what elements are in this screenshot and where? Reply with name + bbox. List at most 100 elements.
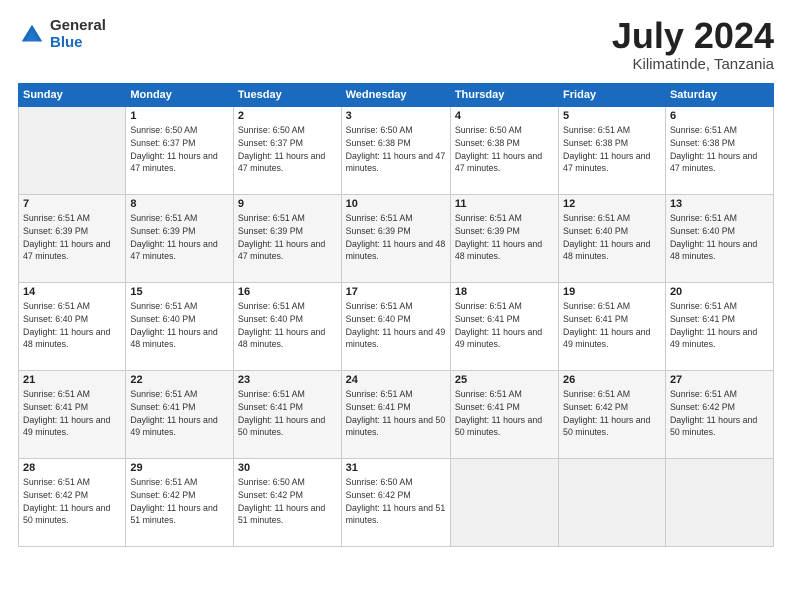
calendar-cell: 12Sunrise: 6:51 AMSunset: 6:40 PMDayligh…: [559, 195, 666, 283]
cell-date-number: 9: [238, 198, 337, 210]
calendar-header-wednesday: Wednesday: [341, 84, 450, 107]
calendar-header-thursday: Thursday: [450, 84, 558, 107]
calendar-cell: 19 Sunrise: 6:51 AMSunset: 6:41 PMDayligh…: [559, 283, 666, 371]
cell-date-number: 5: [563, 110, 661, 122]
calendar-cell: [559, 459, 666, 547]
cell-date-number: 17: [346, 286, 446, 298]
calendar-cell: 22 Sunrise: 6:51 AMSunset: 6:41 PMDayligh…: [126, 371, 234, 459]
cell-date-number: 28: [23, 462, 121, 474]
calendar-cell: 2Sunrise: 6:50 AMSunset: 6:37 PMDaylight…: [233, 107, 341, 195]
calendar-week-row: 7 Sunrise: 6:51 AMSunset: 6:39 PMDaylight…: [19, 195, 774, 283]
cell-info: Sunrise: 6:51 AMSunset: 6:38 PMDaylight:…: [563, 124, 661, 175]
calendar-week-row: 14 Sunrise: 6:51 AMSunset: 6:40 PMDayligh…: [19, 283, 774, 371]
calendar-week-row: 21Sunrise: 6:51 AMSunset: 6:41 PMDayligh…: [19, 371, 774, 459]
calendar-cell: 23 Sunrise: 6:51 AMSunset: 6:41 PMDayligh…: [233, 371, 341, 459]
logo-icon: [18, 21, 46, 49]
calendar-header-row: SundayMondayTuesdayWednesdayThursdayFrid…: [19, 84, 774, 107]
calendar-header-friday: Friday: [559, 84, 666, 107]
cell-date-number: 22: [130, 374, 229, 386]
cell-info: Sunrise: 6:51 AMSunset: 6:41 PMDaylight:…: [563, 300, 661, 351]
calendar-cell: 21Sunrise: 6:51 AMSunset: 6:41 PMDayligh…: [19, 371, 126, 459]
cell-date-number: 11: [455, 198, 554, 210]
cell-date-number: 18: [455, 286, 554, 298]
calendar-cell: 1 Sunrise: 6:50 AMSunset: 6:37 PMDaylight…: [126, 107, 234, 195]
calendar-cell: 11Sunrise: 6:51 AMSunset: 6:39 PMDayligh…: [450, 195, 558, 283]
cell-info: Sunrise: 6:51 AMSunset: 6:40 PMDaylight:…: [670, 212, 769, 263]
calendar-cell: 4 Sunrise: 6:50 AMSunset: 6:38 PMDaylight…: [450, 107, 558, 195]
logo-general-text: General: [50, 18, 106, 35]
calendar-cell: 3 Sunrise: 6:50 AMSunset: 6:38 PMDaylight…: [341, 107, 450, 195]
cell-info: Sunrise: 6:51 AMSunset: 6:42 PMDaylight:…: [670, 388, 769, 439]
cell-date-number: 19: [563, 286, 661, 298]
cell-date-number: 1: [130, 110, 229, 122]
cell-info: Sunrise: 6:51 AMSunset: 6:38 PMDaylight:…: [670, 124, 769, 175]
calendar-cell: 9 Sunrise: 6:51 AMSunset: 6:39 PMDaylight…: [233, 195, 341, 283]
cell-info: Sunrise: 6:51 AMSunset: 6:41 PMDaylight:…: [455, 388, 554, 439]
cell-date-number: 4: [455, 110, 554, 122]
calendar-cell: 14Sunrise: 6:51 AMSunset: 6:40 PMDayligh…: [19, 283, 126, 371]
cell-info: Sunrise: 6:50 AMSunset: 6:38 PMDaylight:…: [455, 124, 554, 175]
cell-date-number: 31: [346, 462, 446, 474]
cell-date-number: 3: [346, 110, 446, 122]
cell-info: Sunrise: 6:50 AMSunset: 6:38 PMDaylight:…: [346, 124, 446, 175]
cell-date-number: 23: [238, 374, 337, 386]
cell-date-number: 16: [238, 286, 337, 298]
title-location: Kilimatinde, Tanzania: [612, 56, 774, 73]
cell-date-number: 30: [238, 462, 337, 474]
calendar-week-row: 1 Sunrise: 6:50 AMSunset: 6:37 PMDaylight…: [19, 107, 774, 195]
cell-info: Sunrise: 6:51 AMSunset: 6:39 PMDaylight:…: [238, 212, 337, 263]
cell-info: Sunrise: 6:51 AMSunset: 6:40 PMDaylight:…: [563, 212, 661, 263]
cell-date-number: 7: [23, 198, 121, 210]
cell-info: Sunrise: 6:50 AMSunset: 6:37 PMDaylight:…: [238, 124, 337, 175]
cell-date-number: 6: [670, 110, 769, 122]
calendar-cell: 28 Sunrise: 6:51 AMSunset: 6:42 PMDayligh…: [19, 459, 126, 547]
cell-date-number: 13: [670, 198, 769, 210]
calendar-cell: 13 Sunrise: 6:51 AMSunset: 6:40 PMDayligh…: [665, 195, 773, 283]
logo-text: General Blue: [50, 18, 106, 51]
cell-date-number: 26: [563, 374, 661, 386]
cell-date-number: 24: [346, 374, 446, 386]
calendar-cell: [19, 107, 126, 195]
cell-info: Sunrise: 6:51 AMSunset: 6:39 PMDaylight:…: [130, 212, 229, 263]
cell-date-number: 25: [455, 374, 554, 386]
cell-info: Sunrise: 6:50 AMSunset: 6:42 PMDaylight:…: [346, 476, 446, 527]
cell-info: Sunrise: 6:51 AMSunset: 6:39 PMDaylight:…: [346, 212, 446, 263]
cell-info: Sunrise: 6:51 AMSunset: 6:41 PMDaylight:…: [670, 300, 769, 351]
cell-info: Sunrise: 6:51 AMSunset: 6:42 PMDaylight:…: [130, 476, 229, 527]
logo: General Blue: [18, 18, 106, 51]
cell-info: Sunrise: 6:51 AMSunset: 6:41 PMDaylight:…: [238, 388, 337, 439]
cell-date-number: 14: [23, 286, 121, 298]
cell-info: Sunrise: 6:50 AMSunset: 6:37 PMDaylight:…: [130, 124, 229, 175]
calendar-header-sunday: Sunday: [19, 84, 126, 107]
cell-date-number: 10: [346, 198, 446, 210]
cell-info: Sunrise: 6:51 AMSunset: 6:40 PMDaylight:…: [130, 300, 229, 351]
calendar-week-row: 28 Sunrise: 6:51 AMSunset: 6:42 PMDayligh…: [19, 459, 774, 547]
calendar-cell: 5 Sunrise: 6:51 AMSunset: 6:38 PMDaylight…: [559, 107, 666, 195]
calendar-cell: 30 Sunrise: 6:50 AMSunset: 6:42 PMDayligh…: [233, 459, 341, 547]
title-block: July 2024 Kilimatinde, Tanzania: [612, 18, 774, 73]
calendar-cell: 29 Sunrise: 6:51 AMSunset: 6:42 PMDayligh…: [126, 459, 234, 547]
cell-info: Sunrise: 6:51 AMSunset: 6:42 PMDaylight:…: [23, 476, 121, 527]
cell-info: Sunrise: 6:51 AMSunset: 6:41 PMDaylight:…: [130, 388, 229, 439]
cell-date-number: 15: [130, 286, 229, 298]
calendar-header-monday: Monday: [126, 84, 234, 107]
calendar-cell: 26 Sunrise: 6:51 AMSunset: 6:42 PMDayligh…: [559, 371, 666, 459]
cell-info: Sunrise: 6:51 AMSunset: 6:39 PMDaylight:…: [23, 212, 121, 263]
calendar-cell: 6 Sunrise: 6:51 AMSunset: 6:38 PMDaylight…: [665, 107, 773, 195]
calendar-cell: 18 Sunrise: 6:51 AMSunset: 6:41 PMDayligh…: [450, 283, 558, 371]
cell-info: Sunrise: 6:51 AMSunset: 6:41 PMDaylight:…: [455, 300, 554, 351]
cell-date-number: 20: [670, 286, 769, 298]
cell-info: Sunrise: 6:51 AMSunset: 6:42 PMDaylight:…: [563, 388, 661, 439]
cell-date-number: 8: [130, 198, 229, 210]
calendar-cell: 20 Sunrise: 6:51 AMSunset: 6:41 PMDayligh…: [665, 283, 773, 371]
calendar-cell: [665, 459, 773, 547]
cell-date-number: 29: [130, 462, 229, 474]
logo-blue-text: Blue: [50, 35, 106, 52]
calendar-header-tuesday: Tuesday: [233, 84, 341, 107]
calendar-cell: 10 Sunrise: 6:51 AMSunset: 6:39 PMDayligh…: [341, 195, 450, 283]
calendar-cell: 25 Sunrise: 6:51 AMSunset: 6:41 PMDayligh…: [450, 371, 558, 459]
cell-info: Sunrise: 6:50 AMSunset: 6:42 PMDaylight:…: [238, 476, 337, 527]
cell-info: Sunrise: 6:51 AMSunset: 6:40 PMDaylight:…: [238, 300, 337, 351]
calendar-cell: 15 Sunrise: 6:51 AMSunset: 6:40 PMDayligh…: [126, 283, 234, 371]
calendar-cell: [450, 459, 558, 547]
